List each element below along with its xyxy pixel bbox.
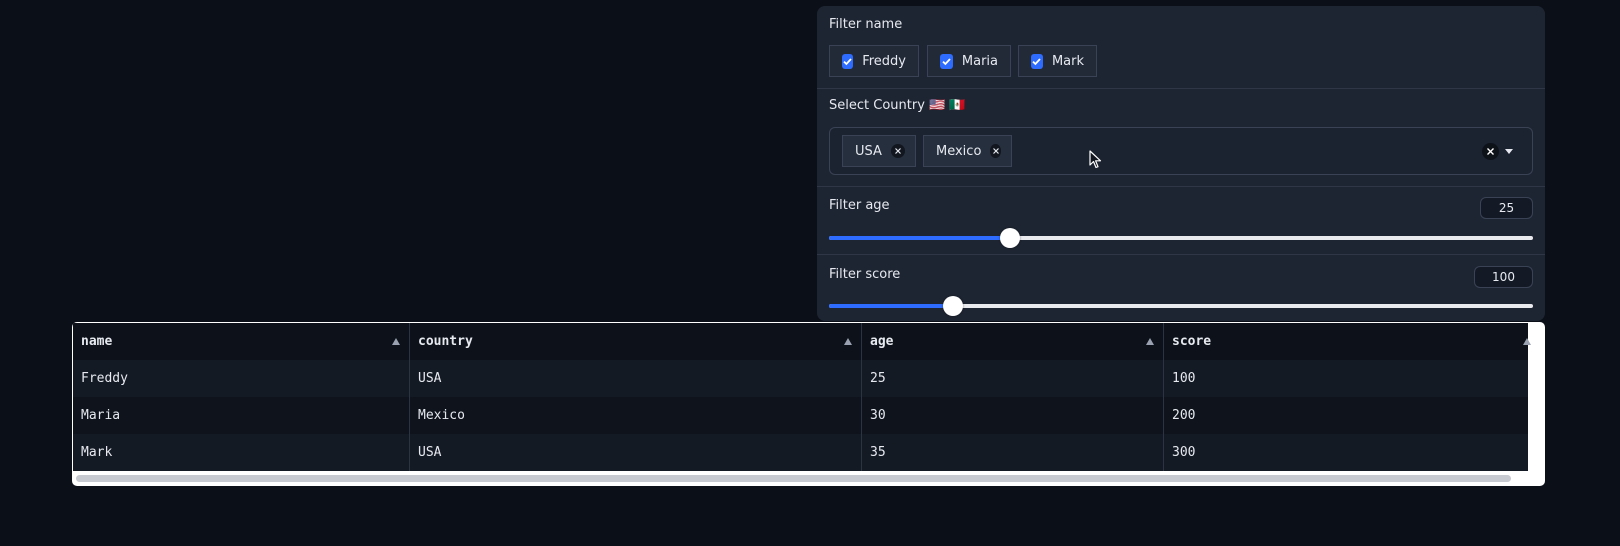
section-divider (817, 186, 1545, 187)
table-body: name Freddy Maria Mark country USA Mexic… (73, 323, 1531, 471)
chevron-down-icon[interactable] (1505, 149, 1513, 154)
table-cell[interactable]: 100 (1164, 360, 1528, 397)
filter-name-label: Filter name (829, 17, 903, 32)
filter-panel: Filter name Freddy Maria Mark Select Cou… (817, 6, 1545, 321)
sort-ascending-icon[interactable] (1146, 338, 1154, 345)
column-header-name[interactable]: name (73, 323, 409, 360)
checkbox-checked-icon (842, 53, 854, 69)
checkbox-label: Maria (961, 53, 998, 69)
age-slider-fill (829, 236, 1010, 240)
column-header-country[interactable]: country (410, 323, 861, 360)
score-slider-thumb[interactable] (942, 296, 963, 316)
section-divider (817, 88, 1545, 89)
age-slider[interactable] (829, 228, 1533, 248)
table-cell[interactable]: USA (410, 434, 861, 471)
remove-tag-icon[interactable] (990, 144, 1001, 158)
table-cell[interactable]: 35 (862, 434, 1163, 471)
tag-label: Mexico (936, 143, 982, 159)
tag-mexico: Mexico (923, 135, 1012, 167)
checkbox-checked-icon (940, 53, 953, 69)
column-header-age[interactable]: age (862, 323, 1163, 360)
column-country: country USA Mexico USA (410, 323, 862, 471)
column-header-label: country (418, 334, 473, 349)
checkbox-mark[interactable]: Mark (1018, 45, 1097, 77)
country-multiselect[interactable]: USA Mexico (829, 127, 1533, 175)
filter-age-label: Filter age (829, 198, 890, 213)
tag-label: USA (855, 143, 882, 159)
column-age: age 25 30 35 (862, 323, 1164, 471)
age-slider-thumb[interactable] (999, 228, 1020, 248)
score-value-input[interactable]: 100 (1474, 266, 1533, 288)
age-value-input[interactable]: 25 (1480, 197, 1533, 219)
column-score: score 100 200 300 (1164, 323, 1531, 471)
column-header-label: age (870, 334, 894, 349)
column-name: name Freddy Maria Mark (73, 323, 410, 471)
score-slider-fill (829, 304, 953, 308)
sort-ascending-icon[interactable] (844, 338, 852, 345)
select-country-label: Select Country 🇺🇸 🇲🇽 (829, 98, 966, 113)
horizontal-scrollbar[interactable] (76, 475, 1511, 482)
section-divider (817, 254, 1545, 255)
checkbox-label: Mark (1051, 53, 1084, 69)
mouse-cursor-icon (1089, 150, 1103, 174)
filter-score-label: Filter score (829, 267, 901, 282)
sort-ascending-icon[interactable] (1523, 338, 1531, 345)
checkbox-freddy[interactable]: Freddy (829, 45, 919, 77)
sort-ascending-icon[interactable] (392, 338, 400, 345)
checkbox-maria[interactable]: Maria (927, 45, 1011, 77)
tag-usa: USA (842, 135, 916, 167)
table-cell[interactable]: Maria (73, 397, 409, 434)
table-cell[interactable]: 25 (862, 360, 1163, 397)
table-cell[interactable]: Mark (73, 434, 409, 471)
table-cell[interactable]: 300 (1164, 434, 1528, 471)
checkbox-label: Freddy (862, 53, 906, 69)
column-header-label: score (1172, 334, 1212, 349)
remove-tag-icon[interactable] (890, 144, 905, 158)
checkbox-checked-icon (1031, 53, 1043, 69)
data-table[interactable]: name Freddy Maria Mark country USA Mexic… (72, 322, 1545, 486)
table-cell[interactable]: 30 (862, 397, 1163, 434)
clear-all-icon[interactable] (1482, 143, 1499, 160)
score-slider[interactable] (829, 296, 1533, 316)
column-header-score[interactable]: score (1164, 323, 1531, 360)
column-header-label: name (81, 334, 113, 349)
table-cell[interactable]: Freddy (73, 360, 409, 397)
table-cell[interactable]: Mexico (410, 397, 861, 434)
table-cell[interactable]: 200 (1164, 397, 1528, 434)
table-cell[interactable]: USA (410, 360, 861, 397)
